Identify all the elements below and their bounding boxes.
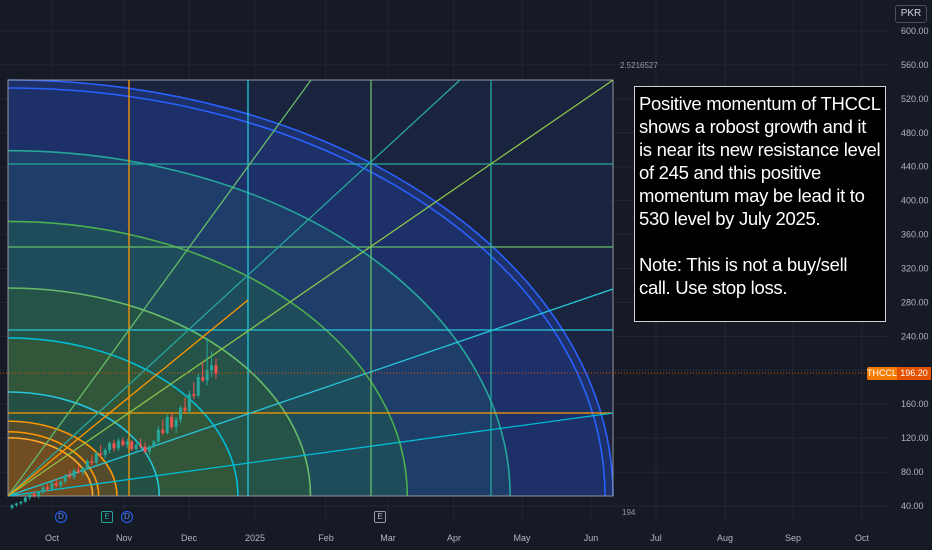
candle-body-0 xyxy=(10,505,14,508)
gann-level-label-top: 2.5216527 xyxy=(620,61,658,70)
candle-body-27 xyxy=(130,441,134,450)
candle-body-33 xyxy=(156,429,160,442)
x-tick-label-8: Jun xyxy=(584,533,599,543)
x-tick-label-11: Sep xyxy=(785,533,801,543)
candle-body-2 xyxy=(19,501,23,504)
y-tick-label-4: 440.00 xyxy=(901,162,929,172)
candle-body-15 xyxy=(77,470,81,473)
candle-body-10 xyxy=(54,483,58,486)
y-tick-label-11: 160.00 xyxy=(901,399,929,409)
candle-body-1 xyxy=(14,503,18,506)
candle-body-6 xyxy=(37,492,41,496)
candle-body-36 xyxy=(170,416,174,428)
candle-body-43 xyxy=(201,377,205,381)
candle-body-25 xyxy=(121,440,125,445)
candle-body-44 xyxy=(205,370,209,381)
candle-body-39 xyxy=(183,407,187,411)
candle-body-46 xyxy=(214,365,218,374)
candle-body-20 xyxy=(99,453,103,456)
candle-body-35 xyxy=(165,416,169,434)
candle-body-3 xyxy=(23,497,27,502)
candle-body-34 xyxy=(161,429,165,434)
symbol-price-tag: THCCL xyxy=(867,367,898,380)
candle-body-18 xyxy=(90,461,94,463)
y-tick-label-3: 480.00 xyxy=(901,128,929,138)
x-tick-label-7: May xyxy=(513,533,531,543)
dividend-event-icon[interactable]: D xyxy=(55,511,67,523)
y-tick-label-7: 320.00 xyxy=(901,264,929,274)
candle-body-14 xyxy=(72,470,76,478)
candle-body-5 xyxy=(32,494,36,496)
candle-body-17 xyxy=(85,461,89,468)
y-tick-label-0: 600.00 xyxy=(901,26,929,36)
candle-body-26 xyxy=(125,441,129,445)
annotation-main-text: Positive momentum of THCCL shows a robos… xyxy=(639,93,881,229)
x-tick-label-10: Aug xyxy=(717,533,733,543)
candle-body-9 xyxy=(50,483,54,490)
candle-body-37 xyxy=(174,419,178,428)
candle-body-32 xyxy=(152,441,156,447)
candle-body-21 xyxy=(103,450,107,456)
economic-event-icon[interactable]: E xyxy=(374,511,386,523)
y-tick-label-1: 560.00 xyxy=(901,60,929,70)
x-tick-label-1: Nov xyxy=(116,533,133,543)
x-tick-label-0: Oct xyxy=(45,533,60,543)
y-tick-label-2: 520.00 xyxy=(901,94,929,104)
candle-body-24 xyxy=(116,440,120,449)
candle-body-42 xyxy=(196,377,200,396)
y-tick-label-6: 360.00 xyxy=(901,230,929,240)
y-axis[interactable]: 600.00 560.00 520.00 480.00 440.00 400.00 360.… xyxy=(901,26,929,511)
candle-body-41 xyxy=(192,394,196,396)
candle-body-22 xyxy=(108,443,112,451)
x-tick-label-2: Dec xyxy=(181,533,198,543)
currency-button[interactable]: PKR xyxy=(895,5,927,23)
candle-body-31 xyxy=(147,446,151,452)
candle-body-38 xyxy=(179,407,183,420)
candle-body-19 xyxy=(94,453,98,463)
x-tick-label-9: Jul xyxy=(650,533,662,543)
candle-body-45 xyxy=(210,365,214,371)
y-tick-label-13: 80.00 xyxy=(901,467,924,477)
earnings-event-icon[interactable]: E xyxy=(101,511,113,523)
candle-body-4 xyxy=(28,494,32,498)
gann-level-label-bottom: 194 xyxy=(622,508,636,517)
x-tick-label-4: Feb xyxy=(318,533,334,543)
x-tick-label-5: Mar xyxy=(380,533,396,543)
y-tick-label-8: 280.00 xyxy=(901,297,929,307)
candle-body-23 xyxy=(112,443,116,449)
x-tick-label-3: 2025 xyxy=(245,533,265,543)
candle-body-8 xyxy=(45,487,49,490)
candle-body-30 xyxy=(143,446,147,452)
candle-body-7 xyxy=(41,487,45,493)
annotation-text-box[interactable]: Positive momentum of THCCL shows a robos… xyxy=(634,86,886,322)
y-tick-label-14: 40.00 xyxy=(901,501,924,511)
y-tick-label-5: 400.00 xyxy=(901,196,929,206)
x-tick-label-6: Apr xyxy=(447,533,461,543)
y-tick-label-9: 240.00 xyxy=(901,331,929,341)
x-axis[interactable]: Oct Nov Dec 2025 Feb Mar Apr May Jun Jul Aug Sep Oct xyxy=(45,533,870,543)
candle-body-28 xyxy=(134,444,138,450)
candle-body-40 xyxy=(187,394,191,411)
annotation-note-text: Note: This is not a buy/sell call. Use s… xyxy=(639,254,848,298)
y-tick-label-12: 120.00 xyxy=(901,433,929,443)
x-tick-label-12: Oct xyxy=(855,533,870,543)
last-price-tag: 196.20 xyxy=(897,367,931,380)
candle-body-11 xyxy=(59,481,63,486)
candle-body-13 xyxy=(68,475,72,478)
candle-body-16 xyxy=(81,467,85,473)
dividend-event-icon-2[interactable]: D xyxy=(121,511,133,523)
candle-body-29 xyxy=(139,444,143,447)
candle-body-12 xyxy=(63,475,67,482)
